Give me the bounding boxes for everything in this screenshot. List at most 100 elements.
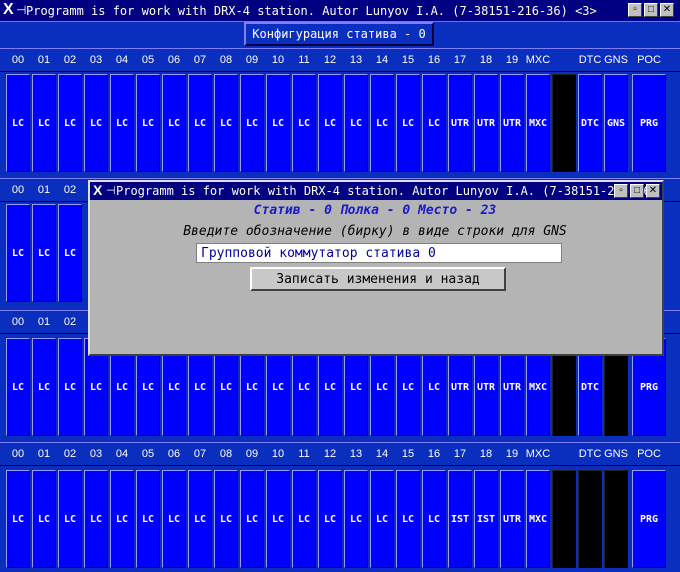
slot-gns[interactable]: GNS — [604, 74, 628, 172]
column-label-01: 01 — [37, 448, 51, 460]
slot-lc[interactable]: LC — [136, 470, 160, 568]
slot-utr[interactable]: UTR — [500, 74, 524, 172]
pin-icon[interactable]: ⊣ — [106, 184, 116, 197]
slot-lc[interactable]: LC — [292, 74, 316, 172]
slot-lc[interactable]: LC — [6, 74, 30, 172]
slot-lc[interactable]: LC — [162, 470, 186, 568]
pin-icon[interactable]: ⊣ — [16, 3, 26, 17]
column-label-01: 01 — [37, 54, 51, 66]
close-button[interactable]: ✕ — [660, 3, 674, 17]
minimize-button[interactable]: ▫ — [628, 3, 642, 17]
slot-lc[interactable]: LC — [84, 74, 108, 172]
slot-lc[interactable]: LC — [214, 74, 238, 172]
resize-handle[interactable] — [650, 344, 658, 352]
slot-lc[interactable]: LC — [32, 338, 56, 436]
slot-lc[interactable]: LC — [214, 470, 238, 568]
slot-mxc[interactable]: MXC — [526, 470, 550, 568]
slot-lc[interactable]: LC — [344, 74, 368, 172]
column-label-09: 09 — [245, 448, 259, 460]
slot-lc[interactable]: LC — [370, 74, 394, 172]
column-label-02: 02 — [63, 316, 77, 328]
slot-lc[interactable]: LC — [370, 470, 394, 568]
column-label-00: 00 — [11, 448, 25, 460]
slot-utr[interactable]: UTR — [500, 470, 524, 568]
empty-slot[interactable] — [552, 470, 576, 568]
slot-lc[interactable]: LC — [240, 74, 264, 172]
empty-slot[interactable] — [578, 470, 602, 568]
x-logo-icon: X — [93, 182, 103, 198]
slot-ist[interactable]: IST — [448, 470, 472, 568]
x-logo-icon: X — [3, 1, 14, 18]
column-label-00: 00 — [11, 316, 25, 328]
dialog-title: Programm is for work with DRX-4 station.… — [116, 184, 658, 198]
slot-mxc[interactable]: MXC — [526, 74, 550, 172]
column-label-17: 17 — [453, 54, 467, 66]
column-label-15: 15 — [401, 54, 415, 66]
dialog-close-button[interactable]: ✕ — [646, 184, 660, 198]
maximize-button[interactable]: □ — [644, 3, 658, 17]
slot-lc[interactable]: LC — [110, 74, 134, 172]
slot-lc[interactable]: LC — [188, 470, 212, 568]
main-window-titlebar[interactable]: X ⊣ Programm is for work with DRX-4 stat… — [0, 0, 680, 22]
slot-utr[interactable]: UTR — [448, 74, 472, 172]
column-label-00: 00 — [11, 184, 25, 196]
slot-lc[interactable]: LC — [292, 470, 316, 568]
column-label-GNS: GNS — [604, 448, 628, 460]
slot-lc[interactable]: LC — [110, 470, 134, 568]
empty-slot[interactable] — [552, 74, 576, 172]
dialog-content: Статив - 0 Полка - 0 Место - 23 Введите … — [92, 202, 658, 352]
slot-lc[interactable]: LC — [6, 338, 30, 436]
slot-lc[interactable]: LC — [58, 204, 82, 302]
slot-lc[interactable]: LC — [84, 470, 108, 568]
slot-dtc[interactable]: DTC — [578, 74, 602, 172]
column-label-16: 16 — [427, 54, 441, 66]
slot-lc[interactable]: LC — [6, 470, 30, 568]
slot-lc[interactable]: LC — [240, 470, 264, 568]
slot-lc[interactable]: LC — [396, 74, 420, 172]
column-label-11: 11 — [298, 54, 310, 66]
column-label-DTC: DTC — [578, 54, 602, 66]
slot-lc[interactable]: LC — [58, 74, 82, 172]
slot-ist[interactable]: IST — [474, 470, 498, 568]
tag-input[interactable] — [196, 243, 562, 263]
slot-lc[interactable]: LC — [162, 74, 186, 172]
column-label-19: 19 — [505, 448, 519, 460]
slot-lc[interactable]: LC — [344, 470, 368, 568]
dialog-minimize-button[interactable]: ▫ — [614, 184, 628, 198]
column-label-01: 01 — [37, 316, 51, 328]
empty-slot[interactable] — [604, 470, 628, 568]
slot-lc[interactable]: LC — [58, 470, 82, 568]
dialog-maximize-button[interactable]: □ — [630, 184, 644, 198]
slot-lc[interactable]: LC — [422, 74, 446, 172]
slot-lc[interactable]: LC — [266, 74, 290, 172]
slot-prg[interactable]: PRG — [632, 74, 666, 172]
slot-lc[interactable]: LC — [396, 470, 420, 568]
dialog-titlebar[interactable]: X ⊣ Programm is for work with DRX-4 stat… — [90, 182, 662, 200]
column-label-GNS: GNS — [604, 54, 628, 66]
column-label-14: 14 — [375, 54, 389, 66]
column-label-05: 05 — [141, 54, 155, 66]
slot-lc[interactable]: LC — [318, 74, 342, 172]
column-label-06: 06 — [167, 54, 181, 66]
slot-lc[interactable]: LC — [6, 204, 30, 302]
slot-lc[interactable]: LC — [188, 74, 212, 172]
column-label-POC: POC — [637, 54, 661, 66]
slot-lc[interactable]: LC — [32, 470, 56, 568]
slot-lc[interactable]: LC — [32, 204, 56, 302]
column-label-02: 02 — [63, 448, 77, 460]
column-label-MXC: MXC — [525, 448, 551, 460]
slot-lc[interactable]: LC — [422, 470, 446, 568]
slot-lc[interactable]: LC — [266, 470, 290, 568]
shelf-row-3: LC LC LC LC LC LC LC LC LC LC LC LC LC LC LC LC LC IST IST… — [0, 468, 680, 572]
tag-edit-dialog: X ⊣ Programm is for work with DRX-4 stat… — [88, 180, 664, 356]
column-label-08: 08 — [219, 54, 233, 66]
slot-lc[interactable]: LC — [58, 338, 82, 436]
slot-utr[interactable]: UTR — [474, 74, 498, 172]
column-label-10: 10 — [271, 448, 285, 460]
column-label-05: 05 — [141, 448, 155, 460]
slot-lc[interactable]: LC — [136, 74, 160, 172]
slot-lc[interactable]: LC — [32, 74, 56, 172]
slot-prg[interactable]: PRG — [632, 470, 666, 568]
save-and-back-button[interactable]: Записать изменения и назад — [250, 267, 506, 291]
slot-lc[interactable]: LC — [318, 470, 342, 568]
